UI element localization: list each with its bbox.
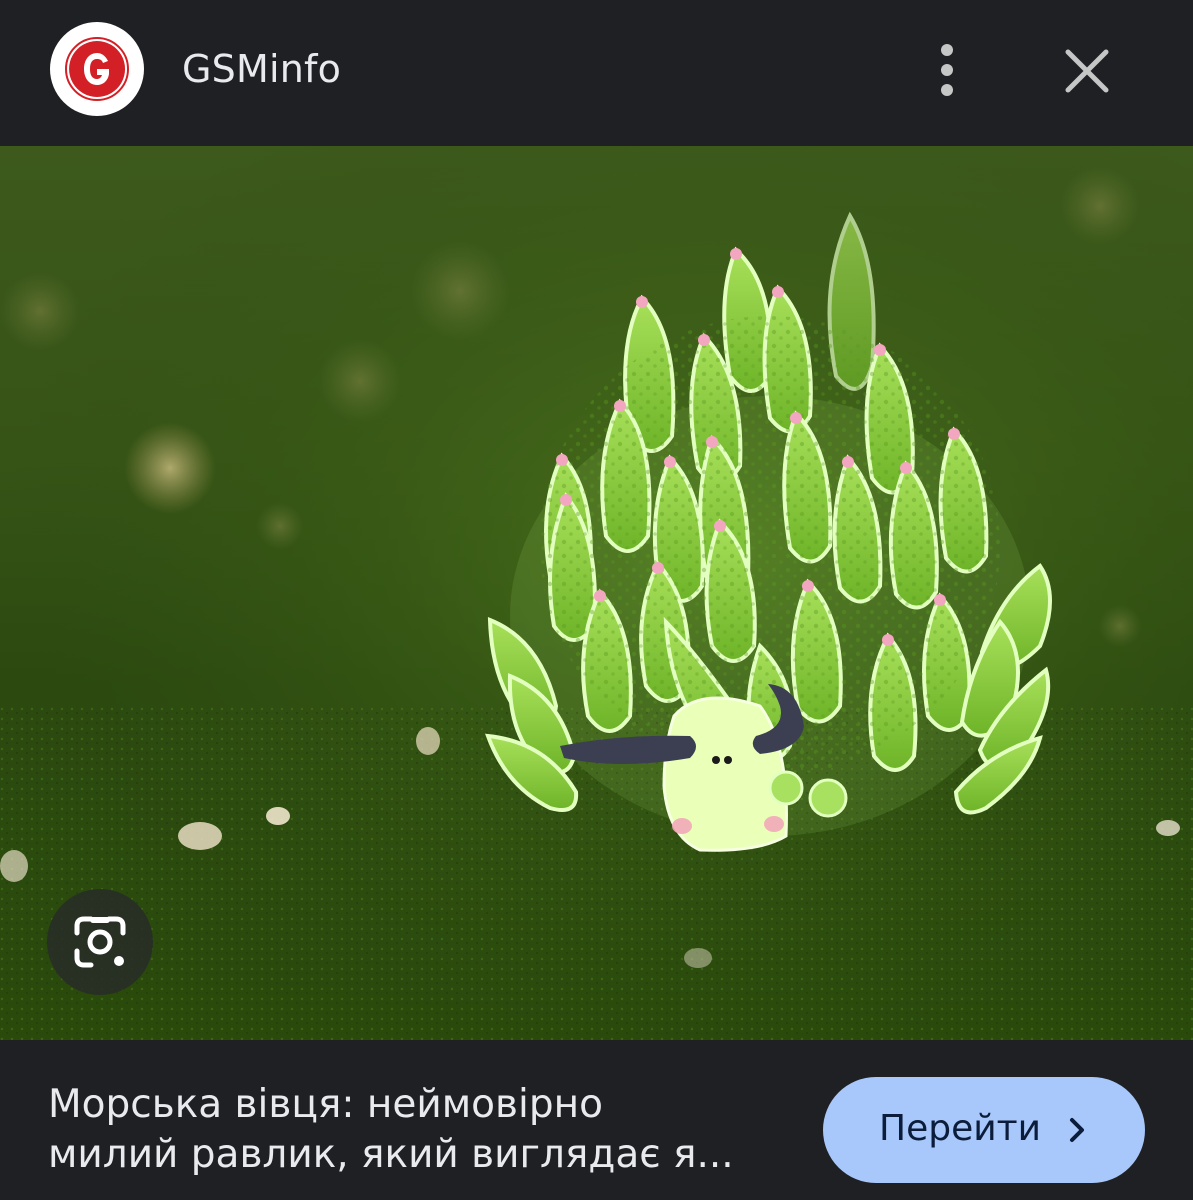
more-vert-icon — [941, 44, 953, 96]
top-bar: GSMinfo — [0, 0, 1193, 146]
more-options-button[interactable] — [916, 36, 978, 104]
close-button[interactable] — [1050, 34, 1124, 108]
site-name[interactable]: GSMinfo — [182, 44, 341, 94]
site-logo[interactable] — [50, 22, 144, 116]
close-icon — [1065, 49, 1109, 93]
preview-image[interactable] — [0, 146, 1193, 1040]
google-lens-button[interactable] — [47, 889, 153, 995]
google-lens-icon — [74, 916, 126, 968]
sea-slug-photo — [0, 146, 1193, 1040]
image-caption[interactable]: Морська вівця: неймовірно милий равлик, … — [48, 1080, 808, 1180]
caption-line-1: Морська вівця: неймовірно — [48, 1082, 603, 1127]
chevron-right-icon — [1070, 1118, 1084, 1142]
gsminfo-logo-icon — [65, 37, 129, 101]
visit-button[interactable]: Перейти — [823, 1077, 1145, 1183]
bottom-bar: Морська вівця: неймовірно милий равлик, … — [0, 1040, 1193, 1200]
image-preview-page: GSMinfo Морська вівця: неймовірно милий … — [0, 0, 1193, 1200]
caption-line-2: милий равлик, який виглядає я... — [48, 1132, 734, 1177]
visit-button-label: Перейти — [879, 1108, 1041, 1149]
